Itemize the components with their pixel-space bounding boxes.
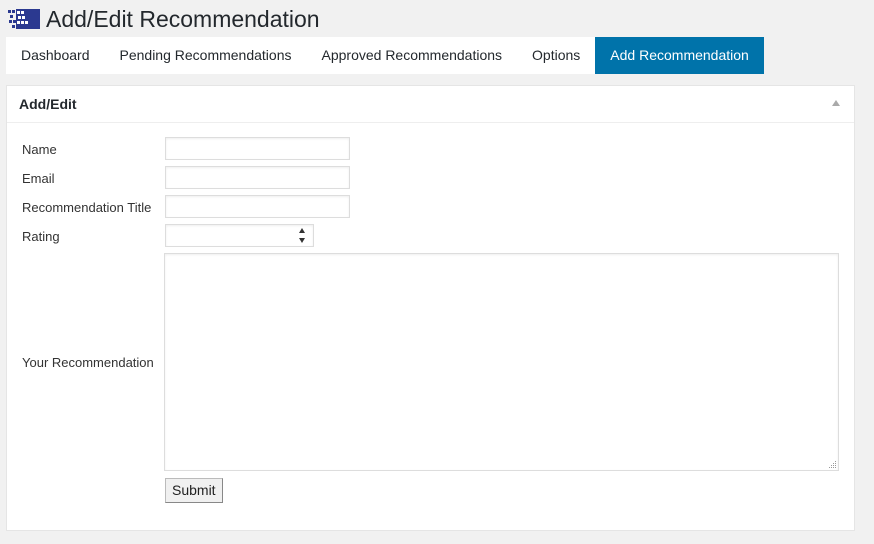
submit-button[interactable]: Submit	[165, 478, 223, 503]
panel-header[interactable]: Add/Edit	[7, 86, 854, 123]
nav-tabs: Dashboard Pending Recommendations Approv…	[6, 37, 764, 74]
your-recommendation-label: Your Recommendation	[22, 355, 154, 370]
recommendation-title-input[interactable]	[165, 195, 350, 218]
email-input[interactable]	[165, 166, 350, 189]
page-title: Add/Edit Recommendation	[46, 6, 320, 32]
name-input[interactable]	[165, 137, 350, 160]
recommendation-textarea[interactable]	[164, 253, 839, 471]
tab-approved-recommendations[interactable]: Approved Recommendations	[307, 37, 518, 74]
page: Add/Edit Recommendation Dashboard Pendin…	[0, 0, 874, 544]
rating-label: Rating	[22, 229, 60, 244]
triangle-up-icon[interactable]	[832, 100, 840, 106]
panel-title: Add/Edit	[19, 96, 77, 112]
spin-down-icon[interactable]	[299, 238, 305, 243]
email-label: Email	[22, 171, 55, 186]
tab-pending-recommendations[interactable]: Pending Recommendations	[105, 37, 307, 74]
rating-stepper[interactable]	[165, 224, 314, 247]
name-label: Name	[22, 142, 57, 157]
recommendation-title-label: Recommendation Title	[22, 200, 152, 215]
tab-dashboard[interactable]: Dashboard	[6, 37, 105, 74]
page-header: Add/Edit Recommendation	[8, 4, 320, 34]
plugin-logo-icon	[8, 9, 40, 29]
spin-up-icon[interactable]	[299, 228, 305, 233]
tab-options[interactable]: Options	[517, 37, 595, 74]
tab-add-recommendation[interactable]: Add Recommendation	[595, 37, 764, 74]
resize-handle-icon[interactable]	[827, 459, 837, 469]
add-edit-panel: Add/Edit Name Email Recommendation Title…	[6, 85, 855, 531]
